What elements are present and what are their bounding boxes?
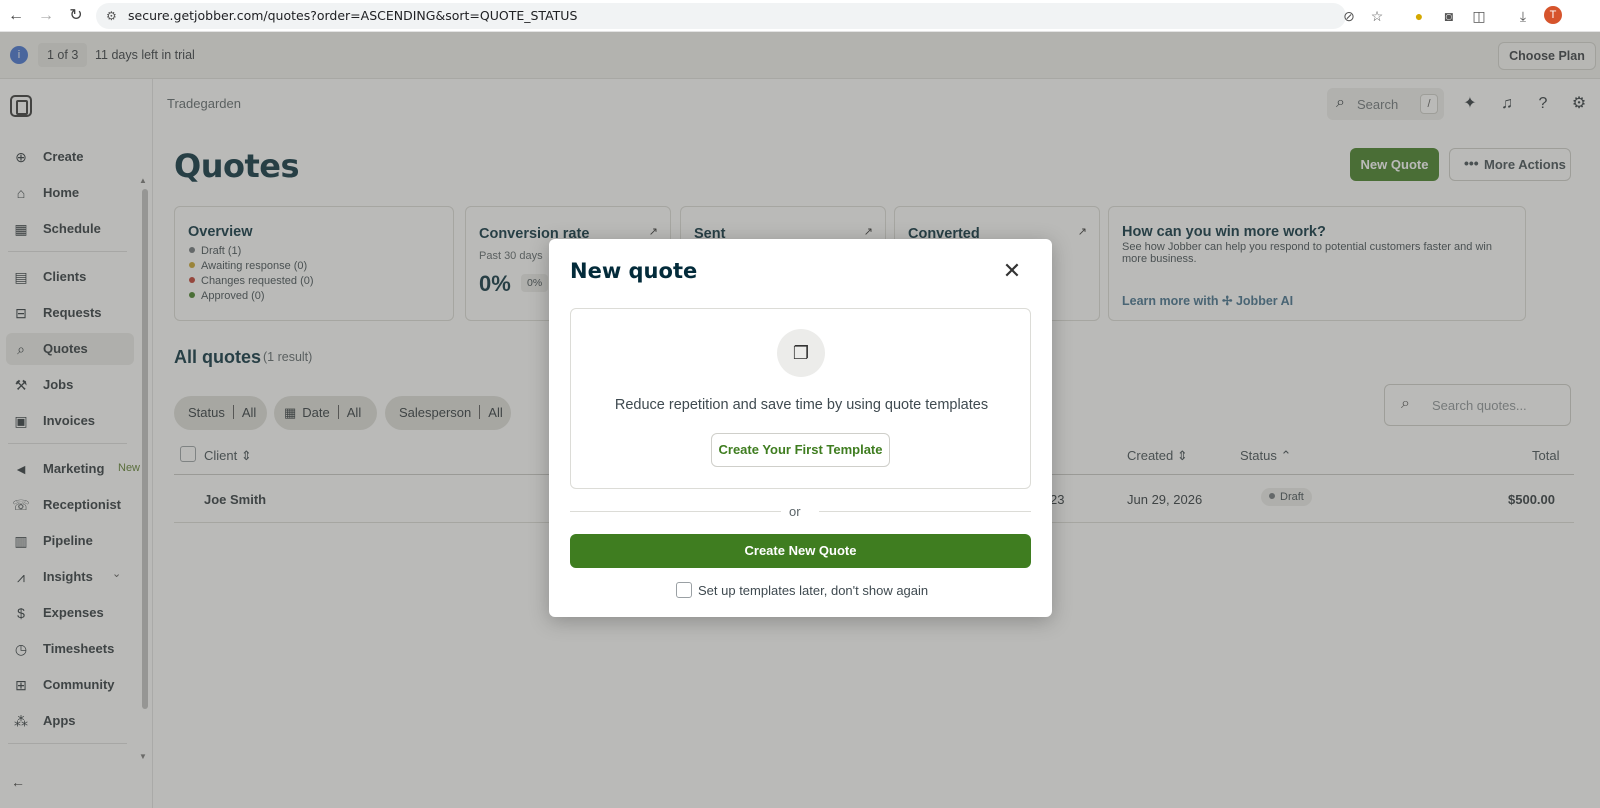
extension-icon[interactable]: ●: [1410, 7, 1428, 25]
reload-icon[interactable]: ↻: [66, 6, 86, 26]
modal-title: New quote: [570, 259, 698, 283]
profile-avatar[interactable]: T: [1544, 6, 1562, 24]
template-promo-text: Reduce repetition and save time by using…: [614, 397, 989, 413]
eye-off-icon[interactable]: ⊘: [1340, 7, 1358, 25]
dont-show-again-checkbox[interactable]: [676, 582, 692, 598]
back-icon[interactable]: ←: [6, 6, 26, 26]
camera-icon[interactable]: ◙: [1440, 7, 1458, 25]
download-icon[interactable]: ⤓: [1514, 7, 1532, 25]
copy-documents-icon: ❐: [777, 329, 825, 377]
or-separator: or: [789, 504, 801, 519]
forward-icon[interactable]: →: [36, 6, 56, 26]
puzzle-icon[interactable]: ◫: [1470, 7, 1488, 25]
site-info-icon[interactable]: ⚙: [106, 9, 117, 23]
dont-show-again-label[interactable]: Set up templates later, don't show again: [698, 583, 928, 598]
browser-toolbar: ← → ↻ ⚙ secure.getjobber.com/quotes?orde…: [0, 0, 1600, 32]
close-icon[interactable]: ✕: [1000, 259, 1024, 283]
create-first-template-button[interactable]: Create Your First Template: [711, 433, 890, 467]
create-new-quote-button[interactable]: Create New Quote: [570, 534, 1031, 568]
url-text: secure.getjobber.com/quotes?order=ASCEND…: [128, 8, 578, 23]
divider: [819, 511, 1031, 512]
new-quote-modal: New quote ✕ ❐ Reduce repetition and save…: [549, 239, 1052, 617]
bookmark-star-icon[interactable]: ☆: [1368, 7, 1386, 25]
address-bar[interactable]: ⚙ secure.getjobber.com/quotes?order=ASCE…: [96, 3, 1346, 29]
divider: [570, 511, 781, 512]
template-promo-box: ❐ Reduce repetition and save time by usi…: [570, 308, 1031, 489]
